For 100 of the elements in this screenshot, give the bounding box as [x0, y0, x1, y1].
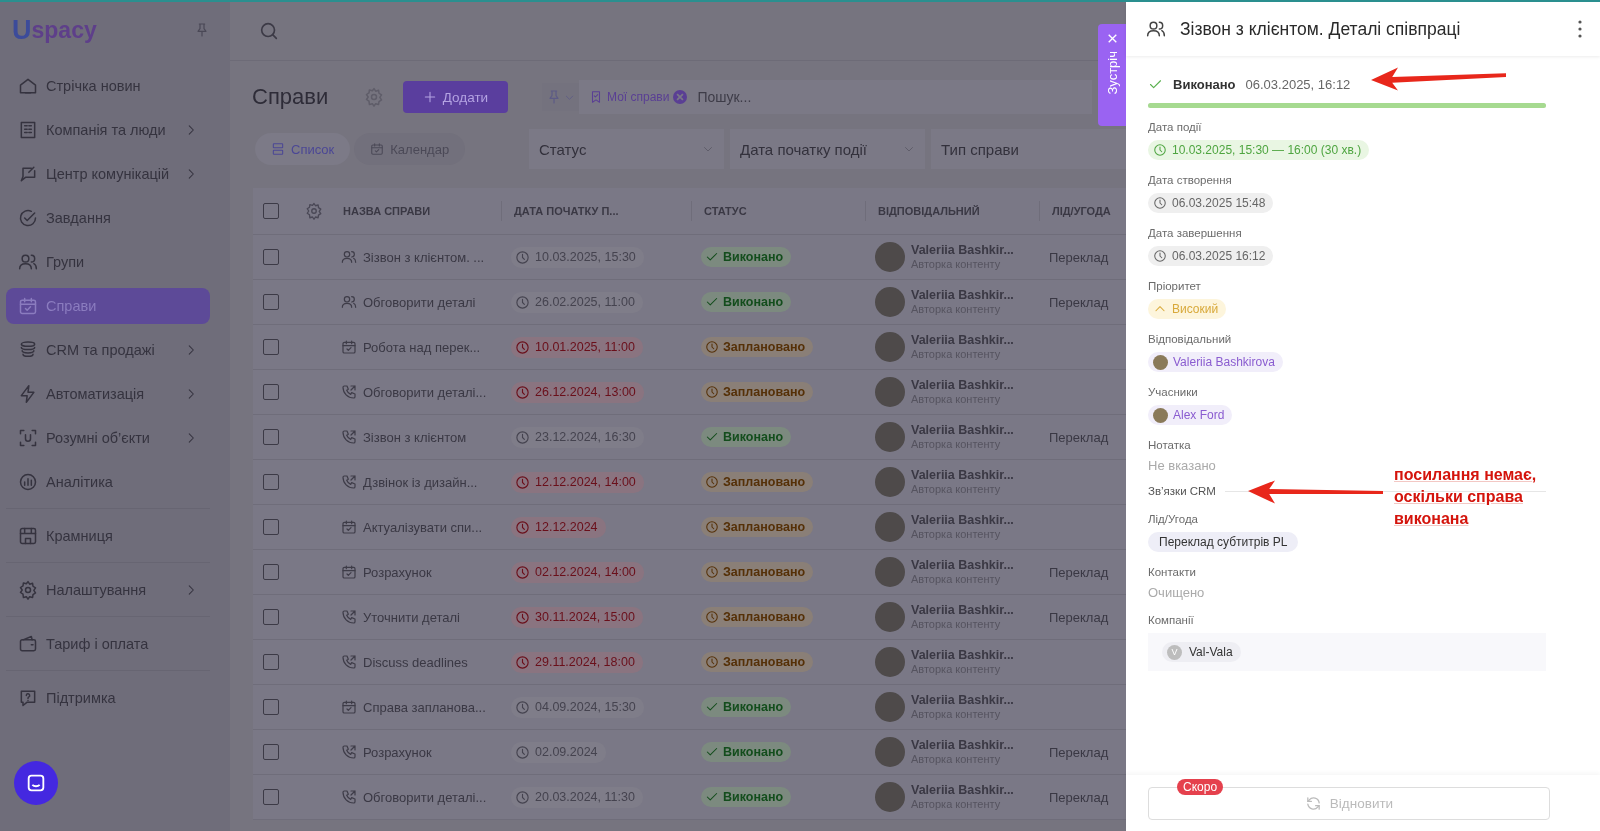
field-label: Пріоритет	[1148, 280, 1201, 292]
search-icon	[258, 20, 280, 42]
avatar-placeholder	[875, 287, 905, 317]
lead-text: Переклад	[1049, 744, 1109, 760]
date-chip: 12.12.2024	[511, 516, 606, 538]
company-chip[interactable]: V Val-Vala	[1162, 642, 1241, 662]
priority-badge: Високий	[1148, 299, 1227, 319]
filter-dropdown[interactable]: Дата початку події	[730, 129, 925, 169]
filter-chip[interactable]: Мої справи	[589, 90, 688, 104]
deal-name[interactable]: Обговорити деталі...	[363, 384, 487, 400]
clock-icon	[1153, 143, 1167, 157]
sidebar-item[interactable]: CRM та продажі	[6, 332, 210, 368]
person-name: Valeriia Bashkir...	[911, 512, 1014, 528]
row-checkbox[interactable]	[263, 609, 279, 625]
calendar-icon	[341, 339, 357, 355]
chat-icon	[18, 164, 38, 184]
field-label: Дата завершення	[1148, 227, 1242, 239]
person-name: Valeriia Bashkir...	[911, 692, 1014, 708]
row-checkbox[interactable]	[263, 654, 279, 670]
deal-name[interactable]: Справа запланова...	[363, 699, 486, 715]
deal-name[interactable]: Discuss deadlines	[363, 654, 468, 670]
deal-name[interactable]: Уточнити деталі	[363, 609, 460, 625]
sidebar-item[interactable]: Налаштування	[6, 572, 210, 608]
sidebar-item[interactable]: Автоматизація	[6, 376, 210, 412]
sidebar-item[interactable]: Крамниця	[6, 518, 210, 554]
row-checkbox[interactable]	[263, 474, 279, 490]
date-chip: 02.09.2024	[511, 741, 606, 763]
date-chip: 26.02.2025, 11:00	[511, 291, 643, 313]
date-chip: 12.12.2024, 14:00	[511, 471, 644, 493]
meeting-side-tab[interactable]: Зустріч	[1098, 24, 1126, 126]
search-field[interactable]: Мої справи Пошук...	[579, 80, 1092, 114]
clock-icon	[705, 475, 719, 489]
add-button[interactable]: Додати	[403, 81, 508, 113]
column-header[interactable]: СТАТУС	[704, 205, 747, 217]
clock-icon	[705, 385, 719, 399]
row-checkbox[interactable]	[263, 744, 279, 760]
column-header[interactable]: ДАТА ПОЧАТКУ П...	[514, 205, 619, 217]
row-checkbox[interactable]	[263, 294, 279, 310]
phone-icon	[341, 744, 357, 760]
sidebar-item[interactable]: Стрічка новин	[6, 68, 210, 104]
people-icon	[341, 249, 357, 265]
date-chip: 29.11.2024, 18:00	[511, 651, 643, 673]
chat-widget-button[interactable]	[14, 761, 58, 805]
lead-chip[interactable]: Переклад субтитрів PL	[1148, 532, 1299, 552]
person-chip[interactable]: Valeriia Bashkirova	[1148, 352, 1283, 372]
clock-icon	[515, 699, 530, 715]
sidebar-item[interactable]: Аналітика	[6, 464, 210, 500]
deal-name[interactable]: Розрахунок	[363, 744, 432, 760]
select-all-checkbox[interactable]	[263, 203, 279, 219]
database-icon	[18, 340, 38, 360]
deal-name[interactable]: Розрахунок	[363, 564, 432, 580]
row-checkbox[interactable]	[263, 519, 279, 535]
deal-name[interactable]: Зізвон з клієнтом. ...	[363, 249, 485, 265]
status-badge: Виконано	[701, 787, 792, 807]
filter-dropdown[interactable]: Статус	[529, 129, 724, 169]
column-header[interactable]: ЛІД/УГОДА	[1052, 205, 1111, 217]
sidebar-item[interactable]: Підтримка	[6, 680, 210, 716]
row-checkbox[interactable]	[263, 249, 279, 265]
deal-name[interactable]: Обговорити деталі	[363, 294, 476, 310]
more-icon	[1578, 20, 1582, 38]
home-icon	[18, 76, 38, 96]
status-time: 06.03.2025, 16:12	[1245, 76, 1351, 92]
status-badge: Заплановано	[701, 607, 814, 627]
row-checkbox[interactable]	[263, 429, 279, 445]
person-chip[interactable]: Alex Ford	[1148, 405, 1233, 425]
row-checkbox[interactable]	[263, 789, 279, 805]
field-label: Лід/Угода	[1148, 513, 1198, 525]
row-checkbox[interactable]	[263, 699, 279, 715]
row-checkbox[interactable]	[263, 384, 279, 400]
sidebar-item[interactable]: Групи	[6, 244, 210, 280]
column-header[interactable]: ВІДПОВІДАЛЬНИЙ	[878, 205, 980, 217]
status-badge: Виконано	[701, 742, 792, 762]
clock-icon	[705, 520, 719, 534]
deal-name[interactable]: Дзвінок із дизайн...	[363, 474, 478, 490]
column-header[interactable]: НАЗВА СПРАВИ	[343, 205, 431, 217]
sidebar-item[interactable]: Компанія та люди	[6, 112, 210, 148]
date-chip: 26.12.2024, 13:00	[511, 381, 644, 403]
status-badge: Виконано	[701, 427, 792, 447]
sidebar-item[interactable]: Центр комунікацій	[6, 156, 210, 192]
remove-filter-icon[interactable]	[673, 90, 688, 104]
avatar-placeholder	[1153, 407, 1168, 423]
sidebar-item[interactable]: Завдання	[6, 200, 210, 236]
field-label: Дата створення	[1148, 174, 1232, 186]
filter-dropdown[interactable]: Тип справи	[931, 129, 1126, 169]
clock-icon	[515, 429, 530, 445]
lead-text: Переклад	[1049, 249, 1109, 265]
deal-name[interactable]: Актуалізувати спи...	[363, 519, 483, 535]
avatar-placeholder	[875, 782, 905, 812]
avatar-placeholder	[875, 647, 905, 677]
check-icon	[705, 790, 719, 804]
scan-icon	[18, 428, 38, 448]
lead-text: Переклад	[1049, 294, 1109, 310]
avatar-placeholder	[875, 467, 905, 497]
deal-name[interactable]: Обговорити деталі...	[363, 789, 487, 805]
clock-icon	[515, 609, 530, 625]
row-checkbox[interactable]	[263, 564, 279, 580]
row-checkbox[interactable]	[263, 339, 279, 355]
sidebar-item[interactable]: Розумні об’єкти	[6, 420, 210, 456]
deal-name[interactable]: Зізвон з клієнтом	[363, 429, 467, 445]
deal-name[interactable]: Робота над перек...	[363, 339, 481, 355]
